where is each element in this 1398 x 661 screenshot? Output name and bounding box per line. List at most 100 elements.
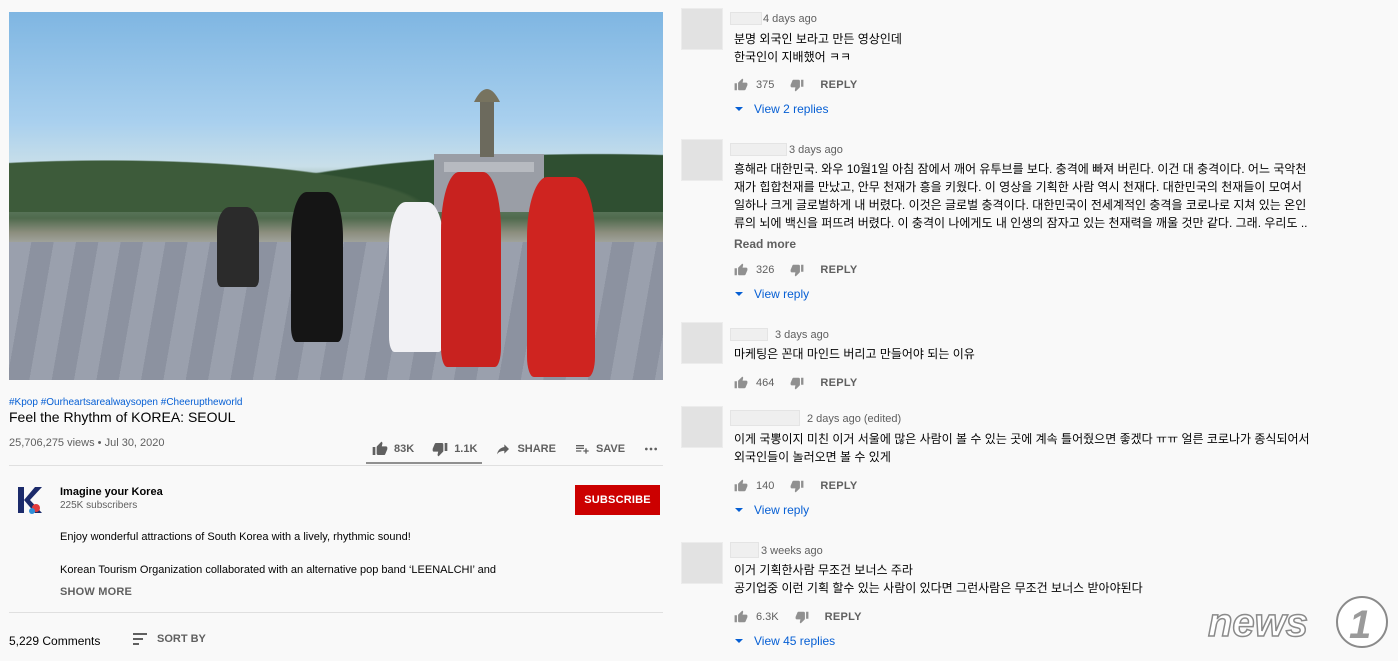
view-replies-button[interactable]: View reply	[734, 287, 809, 301]
description-line: Korean Tourism Organization collaborated…	[60, 564, 496, 576]
more-icon	[645, 447, 658, 451]
more-actions-button[interactable]	[643, 441, 659, 457]
thumb-down-icon	[432, 443, 448, 457]
thumb-up-icon	[372, 441, 388, 455]
thumb-up-icon[interactable]	[734, 479, 748, 493]
comment-text: 마케팅은 꼰대 마인드 버리고 만들어야 되는 이유	[734, 347, 975, 361]
news1-watermark-logo: news 1	[1207, 596, 1388, 648]
thumb-up-icon[interactable]	[734, 610, 748, 624]
author-name-redacted[interactable]	[730, 410, 800, 426]
view-replies-button[interactable]: View 2 replies	[734, 102, 828, 116]
channel-avatar[interactable]	[13, 484, 45, 516]
comment-time[interactable]: 2 days ago (edited)	[807, 413, 901, 425]
read-more-button[interactable]: Read more	[734, 237, 796, 251]
reply-button[interactable]: REPLY	[820, 264, 857, 276]
video-scene-dancer	[291, 192, 343, 342]
avatar[interactable]	[681, 542, 723, 584]
share-icon	[497, 444, 510, 455]
comment-text: 이거 기획한사람 무조건 보너스 주라 공기업중 이런 기획 할수 있는 사람이…	[734, 563, 1143, 595]
video-scene-dancer	[527, 177, 595, 377]
like-button[interactable]: 83K	[372, 441, 414, 457]
video-title: Feel the Rhythm of KOREA: SEOUL	[9, 409, 236, 425]
dislike-count: 1.1K	[454, 443, 478, 455]
comment-actions: 464 REPLY	[734, 376, 858, 390]
thumb-up-icon[interactable]	[734, 263, 748, 277]
comment-text: 이게 국뽕이지 미친 이거 서울에 많은 사람이 볼 수 있는 곳에 계속 틀어…	[734, 432, 1310, 464]
chevron-down-icon	[735, 107, 743, 111]
sort-by-button[interactable]: SORT BY	[133, 633, 206, 645]
avatar[interactable]	[681, 406, 723, 448]
video-actions: 83K 1.1K SHARE SAVE	[372, 432, 677, 466]
like-count: 83K	[394, 443, 415, 455]
comment-actions: 140 REPLY	[734, 479, 858, 493]
author-name-redacted[interactable]	[730, 12, 762, 25]
comment-like-count: 464	[756, 377, 775, 389]
channel-subscribers: 225K subscribers	[60, 500, 138, 511]
video-views: 25,706,275 views • Jul 30, 2020	[9, 437, 165, 449]
reply-button[interactable]: REPLY	[820, 377, 857, 389]
sort-by-label: SORT BY	[157, 633, 206, 645]
video-scene-dancer	[217, 207, 259, 287]
video-player[interactable]	[9, 12, 663, 380]
avatar[interactable]	[681, 8, 723, 50]
save-icon	[575, 445, 589, 454]
subscribe-button[interactable]: SUBSCRIBE	[575, 485, 660, 515]
thumb-down-icon[interactable]	[790, 479, 804, 493]
comment-actions: 326 REPLY	[734, 263, 858, 277]
video-hashtags[interactable]: #Kpop #Ourheartsarealwaysopen #Cheerupth…	[9, 397, 242, 408]
avatar[interactable]	[681, 139, 723, 181]
comment-text: 흥해라 대한민국. 와우 10월1일 아침 잠에서 깨어 유투브를 보다. 충격…	[734, 162, 1308, 230]
comment-time[interactable]: 3 days ago	[789, 144, 843, 156]
video-panel: #Kpop #Ourheartsarealwaysopen #Cheerupth…	[0, 0, 672, 661]
view-replies-label: View 45 replies	[754, 634, 836, 648]
thumb-down-icon[interactable]	[790, 263, 804, 277]
share-label: SHARE	[517, 443, 556, 455]
author-name-redacted[interactable]	[730, 542, 759, 558]
author-name-redacted[interactable]	[730, 143, 787, 156]
sort-icon	[133, 633, 147, 645]
channel-name[interactable]: Imagine your Korea	[60, 486, 163, 498]
thumb-up-icon[interactable]	[734, 376, 748, 390]
view-replies-label: View reply	[754, 503, 810, 517]
comment-like-count: 375	[756, 79, 775, 91]
comment-actions: 6.3K REPLY	[734, 610, 862, 624]
svg-text:1: 1	[1349, 603, 1371, 647]
dislike-button[interactable]: 1.1K	[432, 441, 477, 457]
save-button[interactable]: SAVE	[574, 441, 625, 457]
save-label: SAVE	[595, 443, 626, 455]
video-scene-dancer	[441, 172, 501, 367]
thumb-down-icon[interactable]	[790, 376, 804, 390]
comment-time[interactable]: 4 days ago	[763, 13, 817, 25]
avatar[interactable]	[681, 322, 723, 364]
thumb-down-icon[interactable]	[795, 610, 809, 624]
comments-count: 5,229 Comments	[9, 634, 101, 648]
chevron-down-icon	[735, 639, 743, 643]
svg-text:news: news	[1208, 601, 1308, 645]
author-name-redacted[interactable]	[730, 328, 768, 341]
comment-like-count: 326	[756, 264, 775, 276]
show-more-button[interactable]: SHOW MORE	[60, 586, 132, 598]
reply-button[interactable]: REPLY	[820, 480, 857, 492]
chevron-down-icon	[735, 292, 743, 296]
comment-time[interactable]: 3 weeks ago	[761, 545, 823, 557]
thumb-up-icon[interactable]	[734, 78, 748, 92]
comment-actions: 375 REPLY	[734, 78, 858, 92]
like-ratio-bar	[366, 462, 482, 464]
view-replies-button[interactable]: View 45 replies	[734, 634, 835, 648]
comment-time[interactable]: 3 days ago	[775, 329, 829, 341]
share-button[interactable]: SHARE	[495, 441, 556, 457]
comment-like-count: 140	[756, 480, 775, 492]
description-line: Enjoy wonderful attractions of South Kor…	[60, 531, 411, 543]
reply-button[interactable]: REPLY	[825, 611, 862, 623]
comment-text: 분명 외국인 보라고 만든 영상인데 한국인이 지배했어 ㅋㅋ	[734, 32, 902, 64]
comments-panel: 4 days ago 분명 외국인 보라고 만든 영상인데 한국인이 지배했어 …	[676, 0, 1398, 661]
divider	[9, 465, 663, 466]
view-replies-label: View 2 replies	[754, 102, 829, 116]
divider	[9, 612, 663, 613]
thumb-down-icon[interactable]	[790, 78, 804, 92]
view-replies-button[interactable]: View reply	[734, 503, 809, 517]
video-scene-dancer	[389, 202, 444, 352]
reply-button[interactable]: REPLY	[820, 79, 857, 91]
chevron-down-icon	[735, 508, 743, 512]
comment-like-count: 6.3K	[756, 611, 779, 623]
